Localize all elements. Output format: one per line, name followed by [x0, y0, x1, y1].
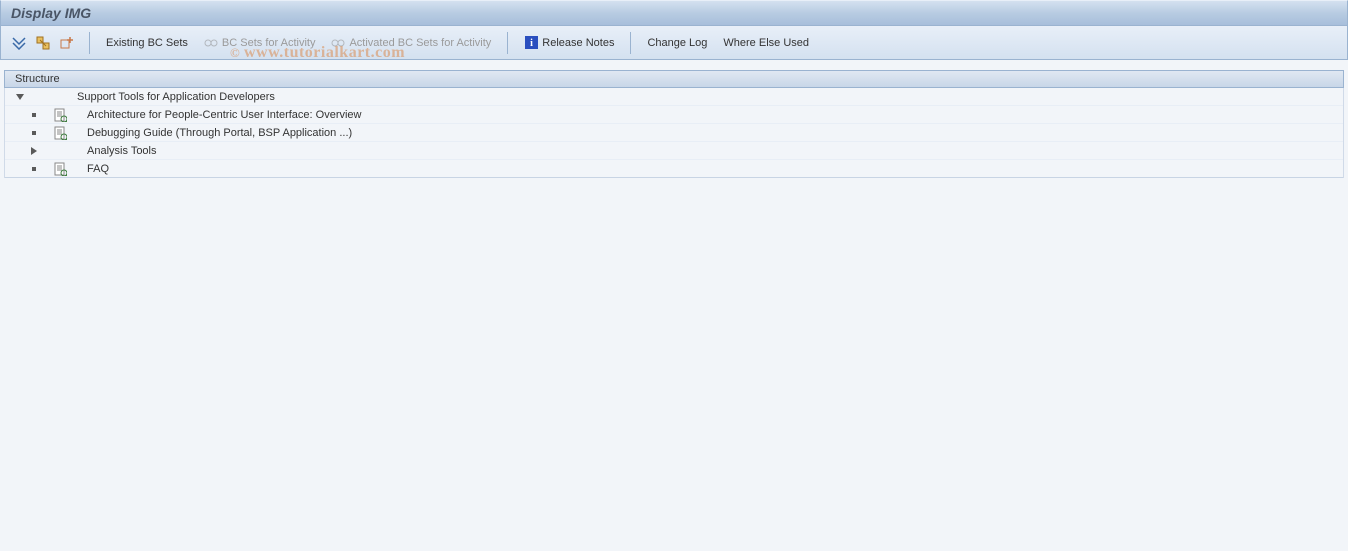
bullet-icon [5, 113, 45, 117]
bullet-icon [5, 131, 45, 135]
add-node-icon[interactable] [57, 33, 77, 53]
tree-item-label: Analysis Tools [75, 145, 157, 157]
existing-bc-sets-label: Existing BC Sets [106, 37, 188, 49]
svg-text:i: i [530, 38, 533, 49]
tree-row[interactable]: Analysis Tools [5, 142, 1343, 160]
expand-icon[interactable] [5, 147, 45, 155]
existing-bc-sets-button[interactable]: Existing BC Sets [98, 35, 196, 51]
bullet-icon [5, 167, 45, 171]
glasses-icon [204, 36, 218, 50]
title-bar: Display IMG [0, 0, 1348, 26]
tree-item-label: FAQ [75, 163, 109, 175]
document-icon[interactable] [45, 162, 75, 176]
structure-column-header: Structure [4, 70, 1344, 88]
document-icon[interactable] [45, 108, 75, 122]
toolbar-separator [630, 32, 631, 54]
where-else-used-label: Where Else Used [723, 37, 809, 49]
tree-row[interactable]: Architecture for People-Centric User Int… [5, 106, 1343, 124]
tree-row[interactable]: Debugging Guide (Through Portal, BSP App… [5, 124, 1343, 142]
find-icon[interactable] [33, 33, 53, 53]
change-log-button[interactable]: Change Log [639, 35, 715, 51]
tree-root-row[interactable]: Support Tools for Application Developers [5, 88, 1343, 106]
toolbar-separator [507, 32, 508, 54]
activated-bc-sets-label: Activated BC Sets for Activity [349, 37, 491, 49]
bc-sets-for-activity-label: BC Sets for Activity [222, 37, 316, 49]
toolbar-separator [89, 32, 90, 54]
release-notes-label: Release Notes [542, 37, 614, 49]
structure-header-label: Structure [15, 73, 60, 85]
tree-item-label: Architecture for People-Centric User Int… [75, 109, 362, 121]
tree-item-label: Debugging Guide (Through Portal, BSP App… [75, 127, 352, 139]
glasses-check-icon [331, 36, 345, 50]
activated-bc-sets-button: Activated BC Sets for Activity [323, 34, 499, 52]
change-log-label: Change Log [647, 37, 707, 49]
toolbar: Existing BC Sets BC Sets for Activity Ac… [0, 26, 1348, 60]
info-icon: i [524, 36, 538, 50]
release-notes-button[interactable]: i Release Notes [516, 34, 622, 52]
collapse-icon[interactable] [5, 94, 35, 100]
expand-all-icon[interactable] [9, 33, 29, 53]
bc-sets-for-activity-button: BC Sets for Activity [196, 34, 324, 52]
where-else-used-button[interactable]: Where Else Used [715, 35, 817, 51]
tree-row[interactable]: FAQ [5, 160, 1343, 178]
img-tree: Support Tools for Application Developers… [4, 88, 1344, 178]
tree-root-label: Support Tools for Application Developers [65, 91, 275, 103]
page-title: Display IMG [11, 5, 91, 21]
document-icon[interactable] [45, 126, 75, 140]
